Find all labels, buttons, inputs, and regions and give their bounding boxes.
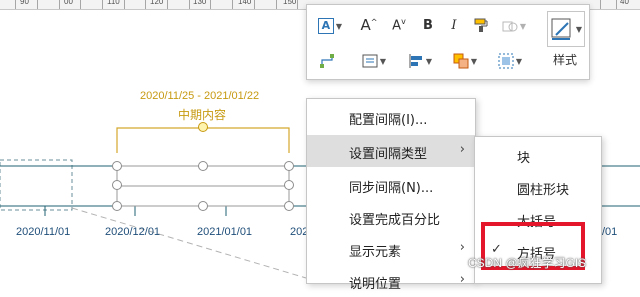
- format-painter-icon: [474, 18, 488, 32]
- menu-item-caption-position[interactable]: 说明位置 ›: [307, 265, 475, 297]
- chevron-right-icon: ›: [459, 142, 465, 157]
- shape-fill-button[interactable]: ▼: [497, 15, 531, 37]
- ruler-label: 120: [150, 0, 164, 6]
- chevron-right-icon: ›: [459, 240, 465, 255]
- resize-handle[interactable]: [198, 201, 208, 211]
- text-box-icon: A: [317, 18, 334, 34]
- bracket-adjust-handle[interactable]: [198, 122, 208, 132]
- connector-icon: [320, 54, 334, 68]
- period-label: 中期内容: [178, 108, 227, 122]
- ruler-label: 150: [283, 0, 297, 6]
- ruler-label: 140: [238, 0, 252, 6]
- ruler-label: 130: [193, 0, 207, 6]
- align-left-button[interactable]: ▼: [401, 49, 439, 73]
- timeline-tick-label: 2020/11/01: [16, 226, 71, 238]
- italic-icon: I: [451, 17, 457, 33]
- resize-handle[interactable]: [198, 161, 208, 171]
- resize-handle[interactable]: [284, 201, 294, 211]
- menu-item-label: 配置间隔(I)...: [349, 113, 428, 128]
- align-left-icon: [409, 54, 422, 68]
- grow-font-icon: A^: [360, 16, 378, 34]
- mini-toolbar: A ▼ A^ Av B I ▼ ▼ 样式 ▼ ▼ ▼ ▼: [306, 4, 590, 80]
- arrange-button[interactable]: ▼: [447, 49, 483, 73]
- bold-icon: B: [423, 17, 433, 33]
- style-label[interactable]: 样式: [547, 49, 583, 69]
- menu-item-sync-interval[interactable]: 同步间隔(N)...: [307, 169, 475, 201]
- dashed-leader-line: [71, 207, 307, 279]
- group-button[interactable]: ▼: [491, 49, 529, 73]
- menu-item-configure-interval[interactable]: 配置间隔(I)...: [307, 101, 475, 133]
- arrange-icon: [453, 53, 469, 69]
- align-center-button[interactable]: ▼: [357, 49, 391, 73]
- style-gallery-button[interactable]: ▼: [547, 11, 585, 47]
- connector-button[interactable]: [315, 49, 339, 73]
- menu-item-set-interval-type[interactable]: 设置间隔类型 ›: [307, 135, 475, 167]
- submenu-item-label: 圆柱形块: [517, 183, 570, 198]
- submenu-item-cylinder[interactable]: 圆柱形块: [475, 171, 601, 203]
- submenu-item-block[interactable]: 块: [475, 139, 601, 171]
- resize-handle[interactable]: [112, 180, 122, 190]
- timeline-tick-label: /01: [602, 226, 618, 238]
- menu-item-label: 同步间隔(N)...: [349, 181, 434, 196]
- resize-handle[interactable]: [112, 201, 122, 211]
- shrink-font-button[interactable]: Av: [387, 13, 411, 37]
- context-menu: 配置间隔(I)... 设置间隔类型 › 同步间隔(N)... 设置完成百分比 显…: [306, 98, 476, 292]
- menu-item-label: 说明位置: [349, 277, 402, 292]
- chevron-right-icon: ›: [459, 272, 465, 287]
- ruler-label: 110: [107, 0, 120, 6]
- watermark: CSDN @疯狂学习GIS: [468, 256, 587, 270]
- ruler-label: 40: [620, 0, 629, 6]
- resize-handle[interactable]: [112, 161, 122, 171]
- menu-item-show-elements[interactable]: 显示元素 ›: [307, 233, 475, 265]
- style-icon: [551, 18, 571, 40]
- align-center-icon: [362, 54, 378, 68]
- menu-item-set-percent-complete[interactable]: 设置完成百分比: [307, 201, 475, 233]
- bold-button[interactable]: B: [417, 13, 439, 37]
- ruler-label: 00: [64, 0, 73, 6]
- period-date-range: 2020/11/25 - 2021/01/22: [140, 90, 260, 102]
- resize-handle[interactable]: [284, 161, 294, 171]
- menu-item-label: 设置完成百分比: [349, 213, 441, 228]
- menu-item-label: 设置间隔类型: [349, 147, 428, 162]
- timeline-tick-label: 2021/01/01: [197, 226, 253, 238]
- submenu-item-label: 块: [517, 151, 531, 166]
- italic-button[interactable]: I: [443, 13, 465, 37]
- dashed-selection-box: [0, 159, 73, 211]
- text-box-button[interactable]: A ▼: [313, 15, 347, 37]
- timeline-tick-label: 2020/12/01: [105, 226, 161, 238]
- group-icon: [498, 53, 514, 69]
- grow-font-button[interactable]: A^: [357, 13, 381, 37]
- resize-handle[interactable]: [284, 180, 294, 190]
- ruler-label: 90: [20, 0, 29, 6]
- shape-fill-icon: [502, 21, 518, 32]
- shrink-font-icon: Av: [392, 16, 406, 34]
- menu-item-label: 显示元素: [349, 245, 402, 260]
- format-painter-button[interactable]: [469, 13, 493, 37]
